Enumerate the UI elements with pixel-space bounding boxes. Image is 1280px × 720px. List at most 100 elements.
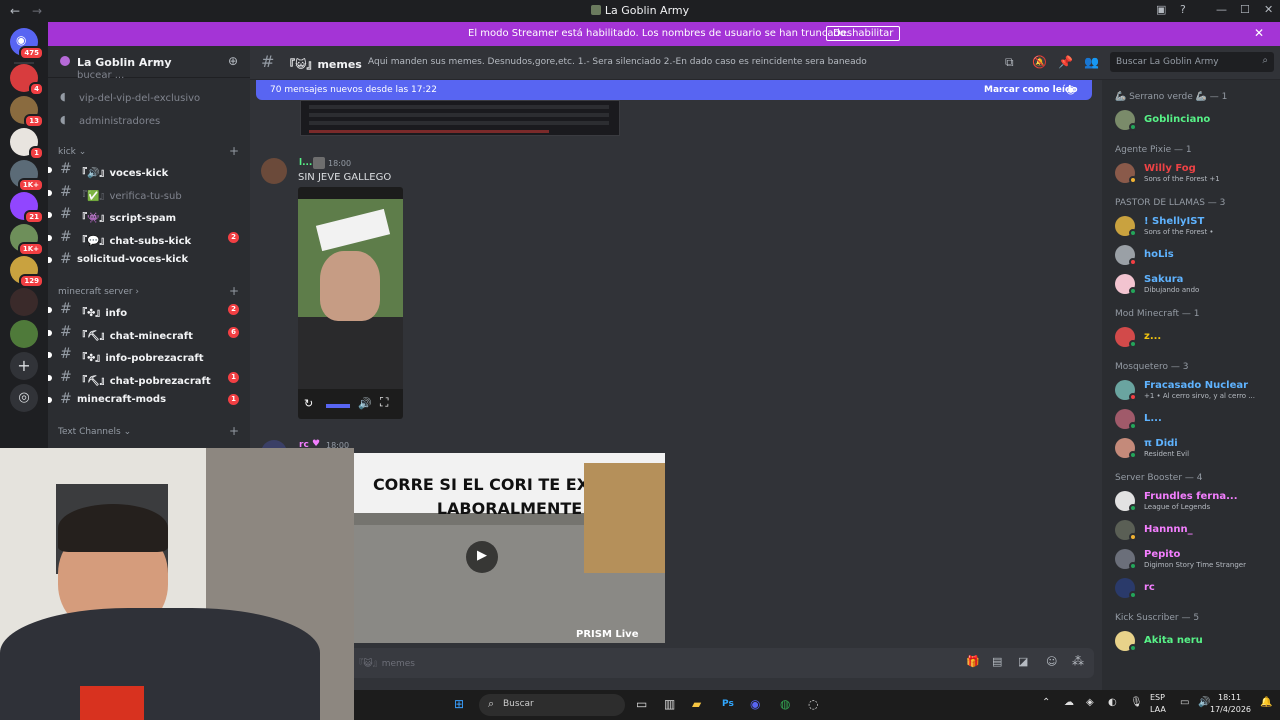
fullscreen-icon[interactable]: ⛶	[380, 395, 388, 410]
app-icon[interactable]: ▥	[664, 697, 675, 711]
tray-icon[interactable]: ◐	[1108, 697, 1117, 708]
member-item[interactable]: Frundles ferna... League of Legends	[1115, 489, 1275, 513]
members-icon[interactable]: 👥	[1084, 55, 1099, 69]
volume-icon[interactable]: 🔊	[1198, 697, 1210, 708]
sidebar-channel-minecraft[interactable]: # 『✤』info-pobrezacraft	[48, 345, 248, 365]
search-box[interactable]: Buscar La Goblin Army ⌕	[1110, 52, 1274, 72]
file-explorer-icon[interactable]: ▰	[692, 697, 701, 711]
category-kick[interactable]: kick ⌄	[58, 147, 86, 157]
create-channel-icon[interactable]: +	[229, 424, 239, 438]
volume-icon[interactable]: 🔊	[358, 397, 372, 410]
avatar[interactable]	[261, 158, 287, 184]
member-item[interactable]: ! ShellyIST Sons of the Forest •	[1115, 214, 1275, 238]
close-notice-icon[interactable]: ✕	[1254, 26, 1264, 40]
mark-read-button[interactable]: Marcar como leído	[984, 85, 1078, 95]
disable-streamer-button[interactable]: Deshabilitar	[826, 26, 901, 41]
member-item[interactable]: π Didi Resident Evil	[1115, 436, 1275, 460]
member-item[interactable]: Goblinciano	[1115, 108, 1275, 132]
sidebar-channel-minecraft[interactable]: # 『⛏』chat-pobrezacraft 1	[48, 368, 248, 388]
sidebar-item-admin[interactable]: ◖ administradores	[48, 112, 248, 132]
sidebar-channel-kick[interactable]: # solicitud-voces-kick	[48, 250, 248, 270]
sidebar-channel-minecraft[interactable]: # 『✤』info 2	[48, 300, 248, 320]
sidebar-channel-kick[interactable]: # 『💬』chat-subs-kick 2	[48, 228, 248, 248]
server-icon-6[interactable]: 1K+	[10, 224, 44, 256]
member-item[interactable]: Pepito Digimon Story Time Stranger	[1115, 547, 1275, 571]
member-item[interactable]: Fracasado Nuclear +1 • Al cerro sirvo, y …	[1115, 378, 1275, 402]
layout-indicator[interactable]: LAA	[1150, 705, 1166, 714]
gift-icon[interactable]: 🎁	[966, 655, 980, 668]
photoshop-icon[interactable]: Ps	[722, 699, 734, 709]
gif-icon[interactable]: ▤	[992, 655, 1002, 668]
sidebar-channel-kick[interactable]: # 『👾』script-spam	[48, 205, 248, 225]
discover-icon[interactable]: ◎	[10, 384, 38, 412]
clock-time[interactable]: 18:11	[1218, 693, 1241, 702]
member-item[interactable]: Hannnn_	[1115, 518, 1275, 542]
tray-icon[interactable]: ◈	[1086, 697, 1094, 708]
message-composer[interactable]: Enviar mensaje a #『😺』memes 🎁 ▤ ◪ ☺ ⁂	[258, 648, 1094, 678]
member-item[interactable]: hoLis	[1115, 243, 1275, 267]
taskbar-search[interactable]: ⌕ Buscar	[479, 694, 625, 716]
inbox-icon[interactable]: ▣	[1156, 3, 1166, 16]
network-icon[interactable]: ▭	[1180, 697, 1189, 708]
discord-home-icon[interactable]: ◉ 475	[10, 28, 44, 60]
apps-icon[interactable]: ⁂	[1072, 654, 1084, 668]
video-attachment[interactable]: ↻ 🔊 ⛶	[298, 187, 403, 419]
sidebar-channel-kick[interactable]: # 『🔊』voces-kick	[48, 160, 248, 180]
chrome-icon[interactable]: ◍	[780, 697, 790, 711]
new-messages-bar[interactable]: 70 mensajes nuevos desde las 17:22 Marca…	[256, 80, 1092, 100]
clock-date[interactable]: 17/4/2026	[1210, 705, 1251, 714]
tray-icon[interactable]: ☁	[1064, 697, 1074, 708]
pin-icon[interactable]: 📌	[1058, 55, 1073, 69]
emoji-icon[interactable]: ☺	[1046, 655, 1057, 668]
app-icon[interactable]: ◌	[808, 697, 818, 711]
maximize-icon[interactable]: ☐	[1240, 3, 1250, 16]
member-item[interactable]: Sakura Dibujando ando	[1115, 272, 1275, 296]
member-item[interactable]: z...	[1115, 325, 1275, 349]
server-icon-7[interactable]: 129	[10, 256, 44, 288]
sidebar-item-vip[interactable]: ◖ vip-del-vip-del-exclusivo	[48, 89, 248, 109]
mute-bell-icon[interactable]: 🔕	[1032, 55, 1047, 69]
invite-people-icon[interactable]: ⊕	[228, 54, 238, 68]
message-author[interactable]: l...	[299, 158, 312, 168]
server-icon-8[interactable]	[10, 288, 38, 316]
create-channel-icon[interactable]: +	[229, 284, 239, 298]
server-icon-2[interactable]: 13	[10, 96, 44, 128]
sidebar-channel-minecraft[interactable]: # 『⛏』chat-minecraft 6	[48, 323, 248, 343]
play-button[interactable]: ▶	[466, 541, 498, 573]
channel-topic[interactable]: Aqui manden sus memes. Desnudos,gore,etc…	[368, 57, 867, 67]
server-icon-3[interactable]: 1	[10, 128, 44, 160]
member-item[interactable]: Akita neru	[1115, 629, 1275, 653]
member-name: z...	[1144, 331, 1162, 342]
server-icon-1[interactable]: 4	[10, 64, 44, 96]
create-channel-icon[interactable]: +	[229, 144, 239, 158]
server-icon-goblin[interactable]	[10, 320, 38, 348]
member-item[interactable]: rc	[1115, 576, 1275, 600]
member-item[interactable]: Willy Fog Sons of the Forest +1	[1115, 161, 1275, 185]
language-indicator[interactable]: ESP	[1150, 693, 1165, 702]
minimize-icon[interactable]: —	[1216, 3, 1227, 16]
server-icon-4[interactable]: 1K+	[10, 160, 44, 192]
task-view-icon[interactable]: ▭	[636, 697, 647, 711]
sticker-icon[interactable]: ◪	[1018, 655, 1028, 668]
sidebar-channel-kick[interactable]: # 『✅』verifica-tu-sub	[48, 183, 248, 203]
mark-read-icon: ◉	[1066, 83, 1076, 96]
replay-icon[interactable]: ↻	[304, 397, 313, 410]
notifications-icon[interactable]: 🔔	[1260, 697, 1272, 708]
discord-taskbar-icon[interactable]: ◉	[750, 697, 760, 711]
twitch-server-icon[interactable]: 21	[10, 192, 44, 224]
member-item[interactable]: L...	[1115, 407, 1275, 431]
sidebar-item-truncated[interactable]: bucear ...	[48, 70, 248, 82]
windows-start-icon[interactable]: ⊞	[454, 697, 464, 711]
volume-slider[interactable]	[326, 404, 350, 408]
video-embed[interactable]: CORRE SI EL CORI TE EXPLOTA LABORALMENTE…	[354, 453, 665, 643]
threads-icon[interactable]: ⧉	[1005, 55, 1014, 70]
category-minecraft[interactable]: minecraft server ›	[58, 287, 139, 297]
add-server-icon[interactable]: +	[10, 352, 38, 380]
category-text-channels[interactable]: Text Channels ⌄	[58, 427, 131, 437]
tray-chevron-icon[interactable]: ⌃	[1042, 697, 1050, 708]
sidebar-channel-minecraft[interactable]: # minecraft-mods 1	[48, 390, 248, 410]
close-window-icon[interactable]: ✕	[1264, 3, 1273, 16]
attachment-image[interactable]	[300, 100, 620, 136]
help-icon[interactable]: ?	[1180, 3, 1186, 16]
microphone-icon[interactable]: 🎙	[1130, 697, 1143, 708]
